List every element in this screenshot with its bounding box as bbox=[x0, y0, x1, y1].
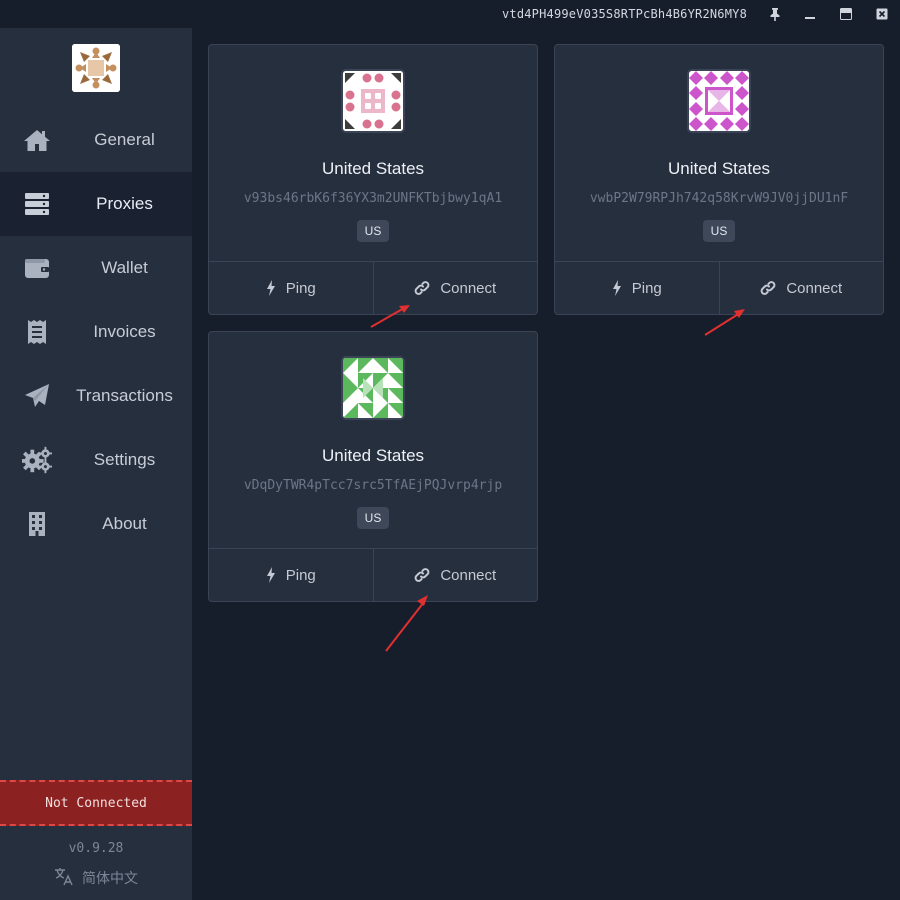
proxy-identicon bbox=[341, 69, 405, 133]
link-icon bbox=[414, 280, 430, 296]
proxy-address: v93bs46rbK6f36YX3m2UNFKTbjbwy1qA1 bbox=[243, 191, 503, 206]
maximize-icon[interactable] bbox=[838, 6, 854, 22]
link-icon bbox=[760, 280, 776, 296]
link-icon bbox=[414, 567, 430, 583]
sidebar-item-label: General bbox=[94, 130, 155, 149]
ping-label: Ping bbox=[285, 566, 316, 584]
language-switch[interactable]: 简体中文 bbox=[54, 866, 138, 889]
sidebar-item-label: Proxies bbox=[96, 194, 153, 213]
minimize-icon[interactable] bbox=[802, 6, 818, 22]
proxy-actions: Ping Connect bbox=[209, 261, 537, 314]
sidebar: General Proxies Wallet Invoices Transact… bbox=[0, 28, 192, 900]
sidebar-item-label: Settings bbox=[93, 450, 156, 469]
connect-label: Connect bbox=[440, 279, 497, 297]
sidebar-item-invoices[interactable]: Invoices bbox=[0, 300, 192, 364]
proxy-actions: Ping Connect bbox=[209, 548, 537, 601]
sidebar-item-label: Invoices bbox=[93, 322, 156, 341]
sidebar-item-general[interactable]: General bbox=[0, 108, 192, 172]
connect-label: Connect bbox=[786, 279, 843, 297]
ping-label: Ping bbox=[285, 279, 316, 297]
connect-button[interactable]: Connect bbox=[372, 262, 538, 314]
connect-button[interactable]: Connect bbox=[372, 549, 538, 601]
app-logo bbox=[72, 44, 120, 92]
sidebar-item-label: Transactions bbox=[76, 386, 173, 405]
proxy-country: United States bbox=[321, 159, 425, 178]
app-version: v0.9.28 bbox=[68, 841, 124, 856]
ping-button[interactable]: Ping bbox=[209, 549, 373, 601]
language-label: 简体中文 bbox=[82, 869, 138, 886]
sidebar-item-proxies[interactable]: Proxies bbox=[0, 172, 192, 236]
country-code-badge: US bbox=[357, 220, 389, 242]
bolt-icon bbox=[266, 567, 276, 583]
proxy-card: United States vwbP2W79RPJh742q58KrvW9JV0… bbox=[554, 44, 884, 315]
building-icon bbox=[22, 509, 52, 539]
proxy-country: United States bbox=[667, 159, 771, 178]
country-code-badge: US bbox=[703, 220, 735, 242]
proxy-country: United States bbox=[321, 446, 425, 465]
wallet-icon bbox=[22, 253, 52, 283]
connection-status-bar: Not Connected bbox=[0, 780, 192, 826]
bolt-icon bbox=[612, 280, 622, 296]
connect-label: Connect bbox=[440, 566, 497, 584]
proxy-address: vDqDyTWR4pTcc7src5TfAEjPQJvrp4rjp bbox=[243, 478, 503, 493]
wallet-id: vtd4PH499eV035S8RTPcBh4B6YR2N6MY8 bbox=[501, 7, 747, 21]
pin-icon[interactable] bbox=[767, 6, 783, 22]
receipt-icon bbox=[22, 317, 52, 347]
title-bar: vtd4PH499eV035S8RTPcBh4B6YR2N6MY8 bbox=[0, 0, 900, 28]
sidebar-item-wallet[interactable]: Wallet bbox=[0, 236, 192, 300]
proxy-address: vwbP2W79RPJh742q58KrvW9JV0jjDU1nF bbox=[589, 191, 849, 206]
proxy-actions: Ping Connect bbox=[555, 261, 883, 314]
home-icon bbox=[22, 125, 52, 155]
sidebar-item-label: About bbox=[102, 514, 147, 533]
translate-icon bbox=[54, 866, 74, 889]
server-icon bbox=[22, 189, 52, 219]
close-icon[interactable] bbox=[874, 6, 890, 22]
country-code-badge: US bbox=[357, 507, 389, 529]
ping-label: Ping bbox=[631, 279, 662, 297]
connect-button[interactable]: Connect bbox=[718, 262, 884, 314]
bolt-icon bbox=[266, 280, 276, 296]
paper-plane-icon bbox=[22, 381, 52, 411]
proxy-identicon bbox=[341, 356, 405, 420]
ping-button[interactable]: Ping bbox=[555, 262, 719, 314]
sidebar-item-about[interactable]: About bbox=[0, 492, 192, 556]
sidebar-item-label: Wallet bbox=[101, 258, 148, 277]
ping-button[interactable]: Ping bbox=[209, 262, 373, 314]
sidebar-item-settings[interactable]: Settings bbox=[0, 428, 192, 492]
proxy-card: United States vDqDyTWR4pTcc7src5TfAEjPQJ… bbox=[208, 331, 538, 602]
proxy-identicon bbox=[687, 69, 751, 133]
gears-icon bbox=[22, 445, 52, 475]
sidebar-item-transactions[interactable]: Transactions bbox=[0, 364, 192, 428]
proxy-card: United States v93bs46rbK6f36YX3m2UNFKTbj… bbox=[208, 44, 538, 315]
